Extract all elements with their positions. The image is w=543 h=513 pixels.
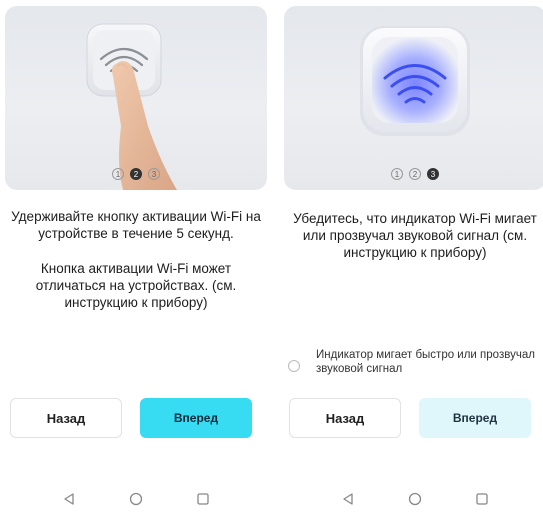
system-navbar [5,485,267,513]
step2-illustration: 1 2 3 [5,6,267,190]
step2-instruction: Удерживайте кнопку активации Wi-Fi на ус… [11,209,261,241]
step2-panel: 1 2 3 Удерживайте кнопку активации Wi-Fi… [5,0,267,513]
home-icon[interactable] [126,489,146,509]
system-navbar [284,485,543,513]
recents-icon[interactable] [472,489,492,509]
back-button[interactable]: Назад [10,398,122,438]
pager-dot-3: 3 [148,168,160,180]
pager-dot-2: 2 [130,168,142,180]
back-icon[interactable] [59,489,79,509]
step3-instruction: Убедитесь, что индикатор Wi-Fi мигает ил… [293,211,537,260]
indicator-confirm-radio[interactable] [288,360,300,372]
back-button[interactable]: Назад [289,398,401,438]
back-icon[interactable] [338,489,358,509]
press-button-illustration [86,23,177,190]
recents-icon[interactable] [193,489,213,509]
step2-note: Кнопка активации Wi-Fi может отличаться … [35,261,237,310]
step3-panel: 1 2 3 Убедитесь, что индикатор Wi-Fi миг… [284,0,543,513]
blinking-indicator-illustration [360,26,470,136]
pager-dot-3: 3 [427,168,439,180]
home-icon[interactable] [405,489,425,509]
next-button[interactable]: Вперед [419,398,531,438]
pager-dot-1: 1 [391,168,403,180]
step3-illustration: 1 2 3 [284,6,543,190]
next-button[interactable]: Вперед [140,398,252,438]
pager-dot-2: 2 [409,168,421,180]
step2-pager: 1 2 3 [5,168,267,180]
step3-pager: 1 2 3 [284,168,543,180]
indicator-confirm-label[interactable]: Индикатор мигает быстро или прозвучал зв… [316,348,536,376]
pager-dot-1: 1 [112,168,124,180]
